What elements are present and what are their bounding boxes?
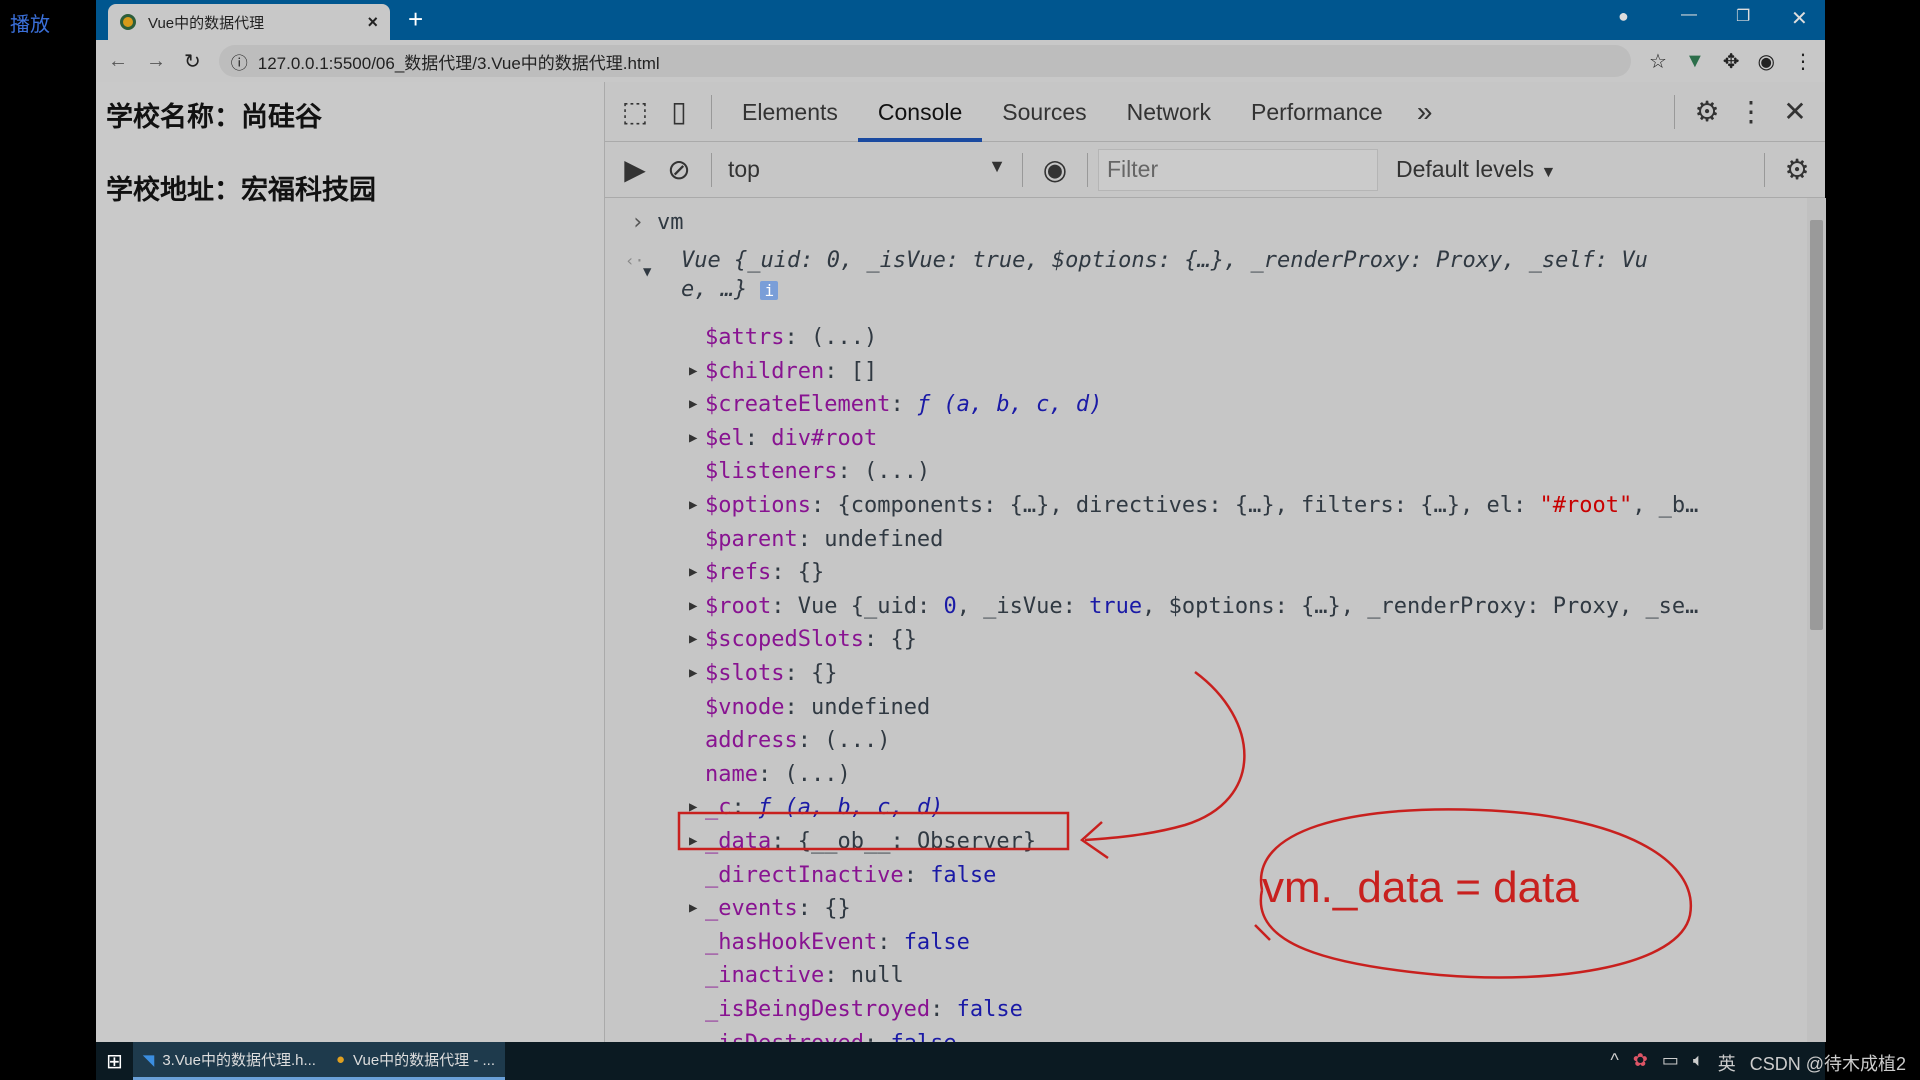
annotation-text: vm._data = data xyxy=(1262,863,1579,912)
system-tray: ^ ✿ ▭ 🔈︎ 英 CSDN @待木成植2 xyxy=(1610,1050,1906,1076)
taskbar: ⊞ ◥ 3.Vue中的数据代理.h... ● Vue中的数据代理 - ... xyxy=(96,1042,1825,1080)
taskbar-item-chrome[interactable]: ● Vue中的数据代理 - ... xyxy=(325,1042,505,1080)
annotation-layer: vm._data = data xyxy=(677,670,1693,979)
taskbar-label: 3.Vue中的数据代理.h... xyxy=(162,1052,316,1069)
windows-start-icon[interactable]: ⊞ xyxy=(96,1042,133,1080)
taskbar-item-vscode[interactable]: ◥ 3.Vue中的数据代理.h... xyxy=(132,1042,326,1080)
battery-icon[interactable]: ▭ xyxy=(1662,1050,1679,1076)
taskbar-label: Vue中的数据代理 - ... xyxy=(353,1052,495,1069)
vscode-icon: ◥ xyxy=(142,1051,155,1069)
watermark: CSDN @待木成植2 xyxy=(1749,1054,1906,1074)
tray-app-icon[interactable]: ✿ xyxy=(1633,1050,1648,1076)
volume-icon[interactable]: 🔈︎ xyxy=(1693,1050,1704,1076)
highlight-box xyxy=(677,811,1070,851)
ime-indicator[interactable]: 英 xyxy=(1718,1050,1736,1076)
chrome-icon: ● xyxy=(335,1051,346,1068)
tray-chevron-icon[interactable]: ^ xyxy=(1610,1050,1618,1076)
arrow-curve xyxy=(1084,670,1246,842)
